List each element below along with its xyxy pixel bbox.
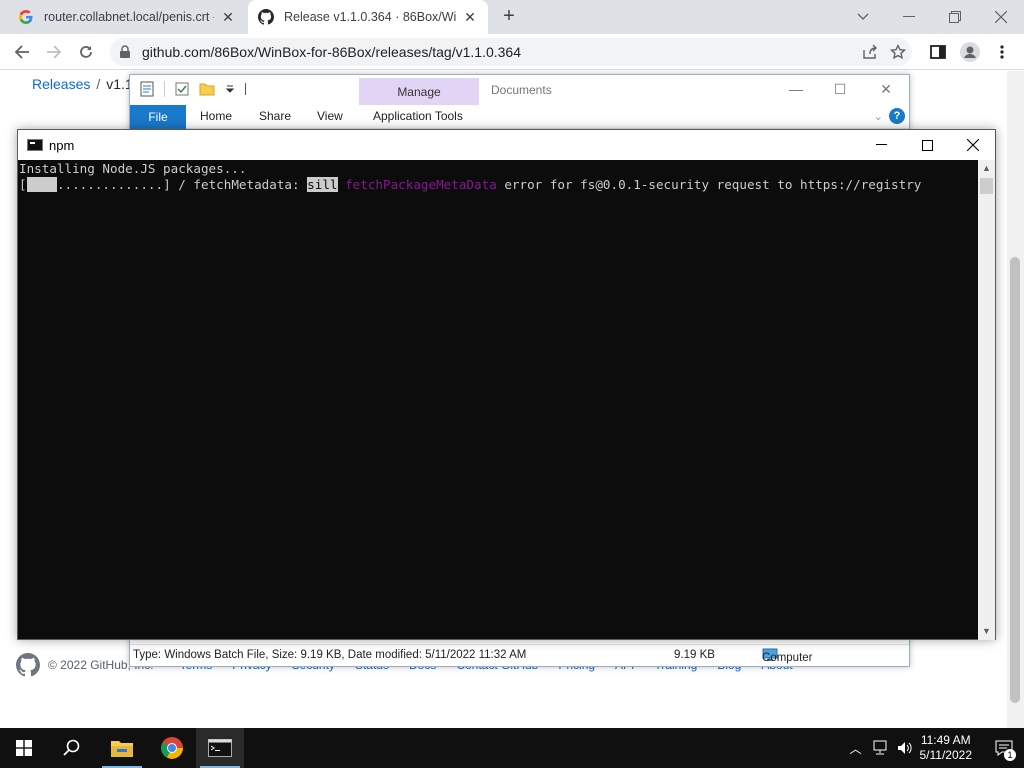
tab-search-chevron-icon[interactable] <box>840 0 886 34</box>
network-icon[interactable] <box>872 740 890 756</box>
explorer-status-bar: Type: Windows Batch File, Size: 9.19 KB,… <box>130 644 909 666</box>
windows-logo-icon <box>16 740 32 756</box>
maximize-button[interactable] <box>904 130 950 160</box>
log-method: fetchPackageMetaData <box>345 177 497 192</box>
log-space <box>338 177 346 192</box>
ribbon-tab-application-tools[interactable]: Application Tools <box>373 109 463 123</box>
close-icon[interactable]: ✕ <box>462 9 478 26</box>
ribbon-tab-home[interactable]: Home <box>200 109 232 123</box>
clock-date: 5/11/2022 <box>919 748 973 762</box>
tab-title: Release v1.1.0.364 · 86Box/WinBo <box>284 10 456 24</box>
search-icon <box>63 739 80 756</box>
ribbon-tab-file[interactable]: File <box>130 105 186 129</box>
forward-arrow-icon[interactable] <box>42 40 66 64</box>
chrome-icon <box>161 737 183 759</box>
console-output[interactable]: Installing Node.JS packages...[ ........… <box>18 160 979 640</box>
dropdown-arrow-icon[interactable] <box>225 84 235 94</box>
windows-taskbar: ︿ 11:49 AM 5/11/2022 1 <box>0 728 1024 768</box>
help-icon[interactable]: ? <box>889 108 905 124</box>
tab-title: router.collabnet.local/penis.crt - ( <box>44 10 214 24</box>
progress-open: [ <box>19 177 27 192</box>
file-explorer-icon <box>111 741 133 757</box>
volume-icon[interactable] <box>896 740 914 756</box>
console-window: npm Installing Node.JS packages...[ ....… <box>17 129 996 640</box>
address-bar[interactable]: github.com/86Box/WinBox-for-86Box/releas… <box>110 38 912 66</box>
explorer-titlebar: Manage Documents — ☐ ✕ <box>130 75 909 105</box>
breadcrumb-releases-link[interactable]: Releases <box>32 76 90 92</box>
action-center-button[interactable]: 1 <box>984 728 1024 768</box>
clock-time: 11:49 AM <box>920 733 971 747</box>
scrollbar-thumb[interactable] <box>980 178 993 194</box>
console-titlebar: npm <box>18 130 995 160</box>
explorer-window-title: Documents <box>491 83 552 97</box>
quick-access-toolbar <box>140 81 246 97</box>
github-logo-icon[interactable] <box>16 653 40 677</box>
close-window-button[interactable]: ✕ <box>876 81 896 97</box>
log-message: error for fs@0.0.1-security request to h… <box>496 177 922 192</box>
properties-icon[interactable] <box>140 81 154 97</box>
page-scrollbar[interactable] <box>1007 71 1024 728</box>
scrollbar-thumb[interactable] <box>1010 257 1020 703</box>
console-line: Installing Node.JS packages... <box>19 161 247 176</box>
browser-tab-strip: router.collabnet.local/penis.crt - ( ✕ R… <box>0 0 1024 34</box>
breadcrumb-separator: / <box>96 76 101 92</box>
side-panel-icon[interactable] <box>926 40 950 64</box>
progress-status: ] / fetchMetadata: <box>163 177 308 192</box>
minimize-button[interactable] <box>886 0 932 34</box>
reload-icon[interactable] <box>74 40 98 64</box>
status-size: 9.19 KB <box>674 649 715 661</box>
github-icon <box>258 9 274 25</box>
bookmark-star-icon[interactable] <box>884 42 912 62</box>
status-location: Computer <box>762 648 813 664</box>
ribbon-tab-view[interactable]: View <box>317 109 343 123</box>
notification-count-badge: 1 <box>1004 749 1016 761</box>
start-button[interactable] <box>0 728 48 768</box>
new-tab-button[interactable]: + <box>498 6 520 28</box>
console-line: [ ..............] / fetchMetadata: sill … <box>19 177 979 193</box>
folder-icon[interactable] <box>199 82 215 96</box>
restore-button[interactable] <box>932 0 978 34</box>
url-text: github.com/86Box/WinBox-for-86Box/releas… <box>142 44 521 60</box>
maximize-button[interactable]: ☐ <box>830 81 850 97</box>
ribbon-tab-share[interactable]: Share <box>259 109 291 123</box>
close-window-button[interactable] <box>978 0 1024 34</box>
tray-chevron-up-icon[interactable]: ︿ <box>844 740 868 757</box>
console-title: npm <box>49 137 75 153</box>
close-window-button[interactable] <box>950 130 996 160</box>
taskbar-console[interactable] <box>196 728 244 768</box>
console-icon <box>208 739 232 757</box>
menu-kebab-icon[interactable] <box>990 40 1014 64</box>
tab-router-cert[interactable]: router.collabnet.local/penis.crt - ( ✕ <box>8 0 246 34</box>
progress-bar-rest: .............. <box>56 177 164 192</box>
log-level-badge: sill <box>307 177 338 192</box>
manage-contextual-tab[interactable]: Manage <box>359 78 479 105</box>
breadcrumb: Releases / v1.1. <box>32 76 137 92</box>
share-icon[interactable] <box>856 42 884 62</box>
taskbar-file-explorer[interactable] <box>98 728 146 768</box>
minimize-button[interactable]: — <box>786 81 806 97</box>
status-file-info: Type: Windows Batch File, Size: 9.19 KB,… <box>133 649 527 661</box>
taskbar-clock[interactable]: 11:49 AM 5/11/2022 <box>920 733 973 763</box>
tab-github-release[interactable]: Release v1.1.0.364 · 86Box/WinBo ✕ <box>248 0 488 34</box>
progress-bar-fill <box>26 177 57 192</box>
minimize-button[interactable] <box>858 130 904 160</box>
browser-toolbar: github.com/86Box/WinBox-for-86Box/releas… <box>0 34 1024 70</box>
system-tray: ︿ 11:49 AM 5/11/2022 1 <box>844 728 1024 768</box>
checklist-icon[interactable] <box>175 82 189 96</box>
console-scrollbar[interactable]: ▲ ▼ <box>978 160 995 640</box>
scroll-up-arrow-icon[interactable]: ▲ <box>978 160 995 177</box>
ribbon-expand-chevron-icon[interactable]: ⌄ <box>874 110 883 123</box>
close-icon[interactable]: ✕ <box>220 9 236 26</box>
back-arrow-icon[interactable] <box>10 40 34 64</box>
search-button[interactable] <box>48 728 96 768</box>
lock-icon[interactable] <box>118 45 132 59</box>
google-icon <box>19 10 33 24</box>
scroll-down-arrow-icon[interactable]: ▼ <box>978 623 995 640</box>
profile-avatar-icon[interactable] <box>958 40 982 64</box>
status-location-label: Computer <box>762 652 813 664</box>
console-icon <box>27 139 43 151</box>
explorer-ribbon-tabs: File Home Share View Application Tools ⌄… <box>130 105 909 129</box>
taskbar-chrome[interactable] <box>148 728 196 768</box>
